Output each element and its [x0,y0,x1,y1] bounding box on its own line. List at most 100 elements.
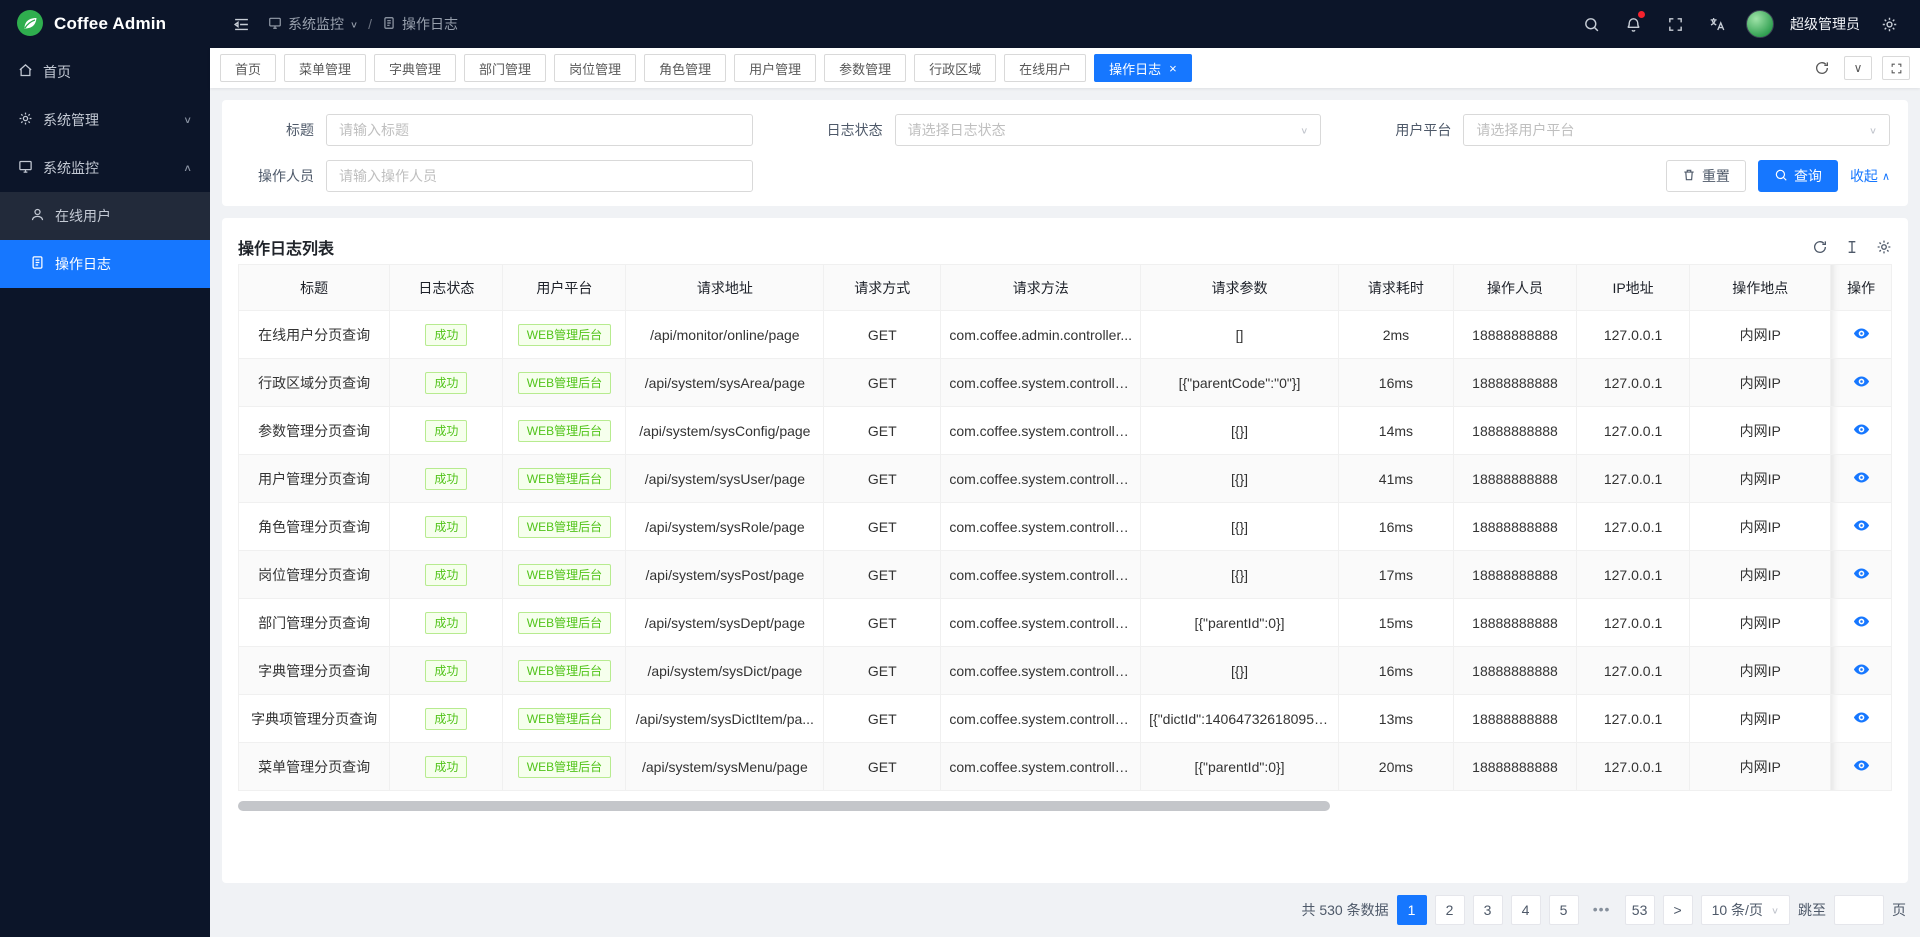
platform-cell: WEB管理后台 [503,359,626,407]
breadcrumb-section[interactable]: 系统监控 [288,14,344,34]
platform-cell: WEB管理后台 [503,551,626,599]
fullscreen-icon[interactable] [1662,11,1688,37]
search-button[interactable]: 查询 [1758,160,1838,192]
page-button[interactable]: 5 [1549,895,1579,925]
horizontal-scrollbar[interactable] [238,801,1330,811]
search-filter-panel: 标题 日志状态 请选择日志状态 ∨ 用户平台 请选择用户平台 [222,100,1908,206]
user-avatar[interactable] [1746,10,1774,38]
tab-item[interactable]: 用户管理 [734,54,816,82]
settings-gear-icon[interactable] [1876,11,1902,37]
view-detail-button[interactable] [1853,613,1870,630]
logo-leaf-icon [16,9,44,40]
url-cell: /api/system/sysDept/page [626,599,824,647]
tab-item[interactable]: 菜单管理 [284,54,366,82]
title-cell: 字典项管理分页查询 [239,695,390,743]
column-settings-gear-icon[interactable] [1876,239,1892,255]
username-label[interactable]: 超级管理员 [1790,14,1860,34]
handler-cell: com.coffee.system.controlle... [941,695,1141,743]
ip-cell: 127.0.0.1 [1577,455,1690,503]
translate-icon[interactable] [1704,11,1730,37]
page-button[interactable]: 53 [1625,895,1655,925]
url-cell: /api/system/sysDict/page [626,647,824,695]
operator-input[interactable] [326,160,753,192]
page-ellipsis[interactable]: ••• [1587,895,1617,925]
app-logo[interactable]: Coffee Admin [0,0,210,48]
status-tag: 成功 [425,756,467,778]
sidebar-item-system-monitor[interactable]: 系统监控 ∧ [0,144,210,192]
table-row: 字典项管理分页查询成功WEB管理后台/api/system/sysDictIte… [239,695,1892,743]
location-cell: 内网IP [1690,551,1831,599]
refresh-icon[interactable] [1812,239,1828,255]
log-status-select[interactable]: 请选择日志状态 ∨ [895,114,1322,146]
page-button[interactable]: 1 [1397,895,1427,925]
tab-item[interactable]: 部门管理 [464,54,546,82]
menu-fold-icon[interactable] [228,11,254,37]
duration-cell: 16ms [1338,359,1453,407]
view-detail-button[interactable] [1853,709,1870,726]
platform-tag: WEB管理后台 [518,516,611,538]
chevron-down-icon[interactable]: ∨ [350,19,358,29]
view-detail-button[interactable] [1853,565,1870,582]
page-button[interactable]: 3 [1473,895,1503,925]
reset-button[interactable]: 重置 [1666,160,1746,192]
row-density-icon[interactable] [1844,239,1860,255]
view-detail-button[interactable] [1853,421,1870,438]
url-cell: /api/system/sysPost/page [626,551,824,599]
sidebar-item-online-users[interactable]: 在线用户 [0,192,210,240]
next-page-button[interactable]: > [1663,895,1693,925]
method-cell: GET [824,551,941,599]
tab-label: 岗位管理 [569,59,621,78]
search-icon[interactable] [1578,11,1604,37]
operator-filter-label: 操作人员 [240,166,326,186]
tab-close-icon[interactable]: × [1169,62,1177,75]
table-row: 岗位管理分页查询成功WEB管理后台/api/system/sysPost/pag… [239,551,1892,599]
content-fullscreen-icon[interactable] [1882,56,1910,80]
sidebar-item-label: 系统管理 [43,110,99,130]
view-detail-button[interactable] [1853,757,1870,774]
page-button[interactable]: 4 [1511,895,1541,925]
chevron-up-icon: ∧ [1882,170,1890,183]
method-cell: GET [824,695,941,743]
tab-item[interactable]: 行政区域 [914,54,996,82]
tab-item[interactable]: 角色管理 [644,54,726,82]
status-tag: 成功 [425,612,467,634]
page-list: 12345 ••• 53 [1397,895,1655,925]
notification-bell-icon[interactable] [1620,11,1646,37]
title-cell: 部门管理分页查询 [239,599,390,647]
sidebar-item-system-management[interactable]: 系统管理 ∨ [0,96,210,144]
tab-item[interactable]: 字典管理 [374,54,456,82]
view-detail-button[interactable] [1853,373,1870,390]
sidebar-item-home[interactable]: 首页 [0,48,210,96]
view-detail-button[interactable] [1853,517,1870,534]
jump-page-input[interactable] [1834,895,1884,925]
sidebar-item-operation-log[interactable]: 操作日志 [0,240,210,288]
duration-cell: 16ms [1338,647,1453,695]
refresh-icon[interactable] [1810,56,1834,80]
platform-tag: WEB管理后台 [518,372,611,394]
tab-item[interactable]: 首页 [220,54,276,82]
tab-label: 字典管理 [389,59,441,78]
view-detail-button[interactable] [1853,325,1870,342]
view-detail-button[interactable] [1853,661,1870,678]
tab-item[interactable]: 在线用户 [1004,54,1086,82]
title-cell: 行政区域分页查询 [239,359,390,407]
tab-item[interactable]: 参数管理 [824,54,906,82]
page-button[interactable]: 2 [1435,895,1465,925]
title-input[interactable] [326,114,753,146]
collapse-filter-link[interactable]: 收起 ∧ [1850,166,1890,186]
action-cell [1831,695,1892,743]
view-detail-button[interactable] [1853,469,1870,486]
params-cell: [{}] [1141,455,1339,503]
platform-tag: WEB管理后台 [518,612,611,634]
select-placeholder: 请选择日志状态 [908,120,1301,140]
tab-item[interactable]: 岗位管理 [554,54,636,82]
params-cell: [{}] [1141,647,1339,695]
page-size-select[interactable]: 10 条/页 ∨ [1701,895,1790,925]
title-cell: 角色管理分页查询 [239,503,390,551]
tab-active[interactable]: 操作日志× [1094,54,1192,82]
operator-cell: 18888888888 [1453,695,1576,743]
tab-actions-dropdown[interactable]: ∨ [1844,56,1872,80]
chevron-down-icon: ∨ [1300,125,1308,135]
user-platform-select[interactable]: 请选择用户平台 ∨ [1463,114,1890,146]
topbar-right: 超级管理员 [1578,10,1902,38]
